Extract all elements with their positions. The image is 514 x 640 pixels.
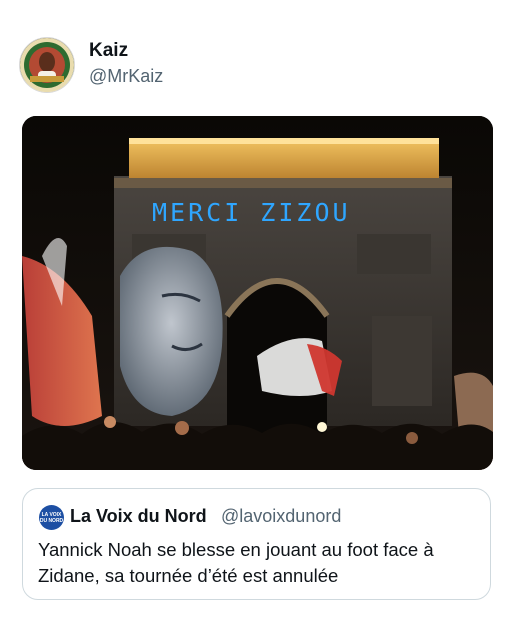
avatar-image bbox=[20, 38, 74, 92]
post-image[interactable]: MERCI ZIZOU bbox=[22, 116, 493, 470]
quoted-author-avatar[interactable]: LA VOIX DU NORD bbox=[39, 505, 64, 530]
author-name[interactable]: Kaiz bbox=[89, 40, 128, 62]
quoted-author-handle[interactable]: @lavoixdunord bbox=[221, 506, 341, 527]
arc-de-triomphe-photo: MERCI ZIZOU bbox=[22, 116, 493, 470]
quoted-avatar-logo-text: LA VOIX DU NORD bbox=[39, 511, 64, 524]
projection-text: MERCI ZIZOU bbox=[152, 198, 351, 227]
quoted-author-name[interactable]: La Voix du Nord bbox=[70, 506, 207, 527]
author-avatar[interactable] bbox=[20, 38, 74, 92]
quoted-post-card[interactable]: LA VOIX DU NORD La Voix du Nord @lavoixd… bbox=[22, 488, 491, 600]
author-handle[interactable]: @MrKaiz bbox=[89, 66, 163, 87]
quoted-post-text: Yannick Noah se blesse en jouant au foot… bbox=[38, 539, 434, 586]
